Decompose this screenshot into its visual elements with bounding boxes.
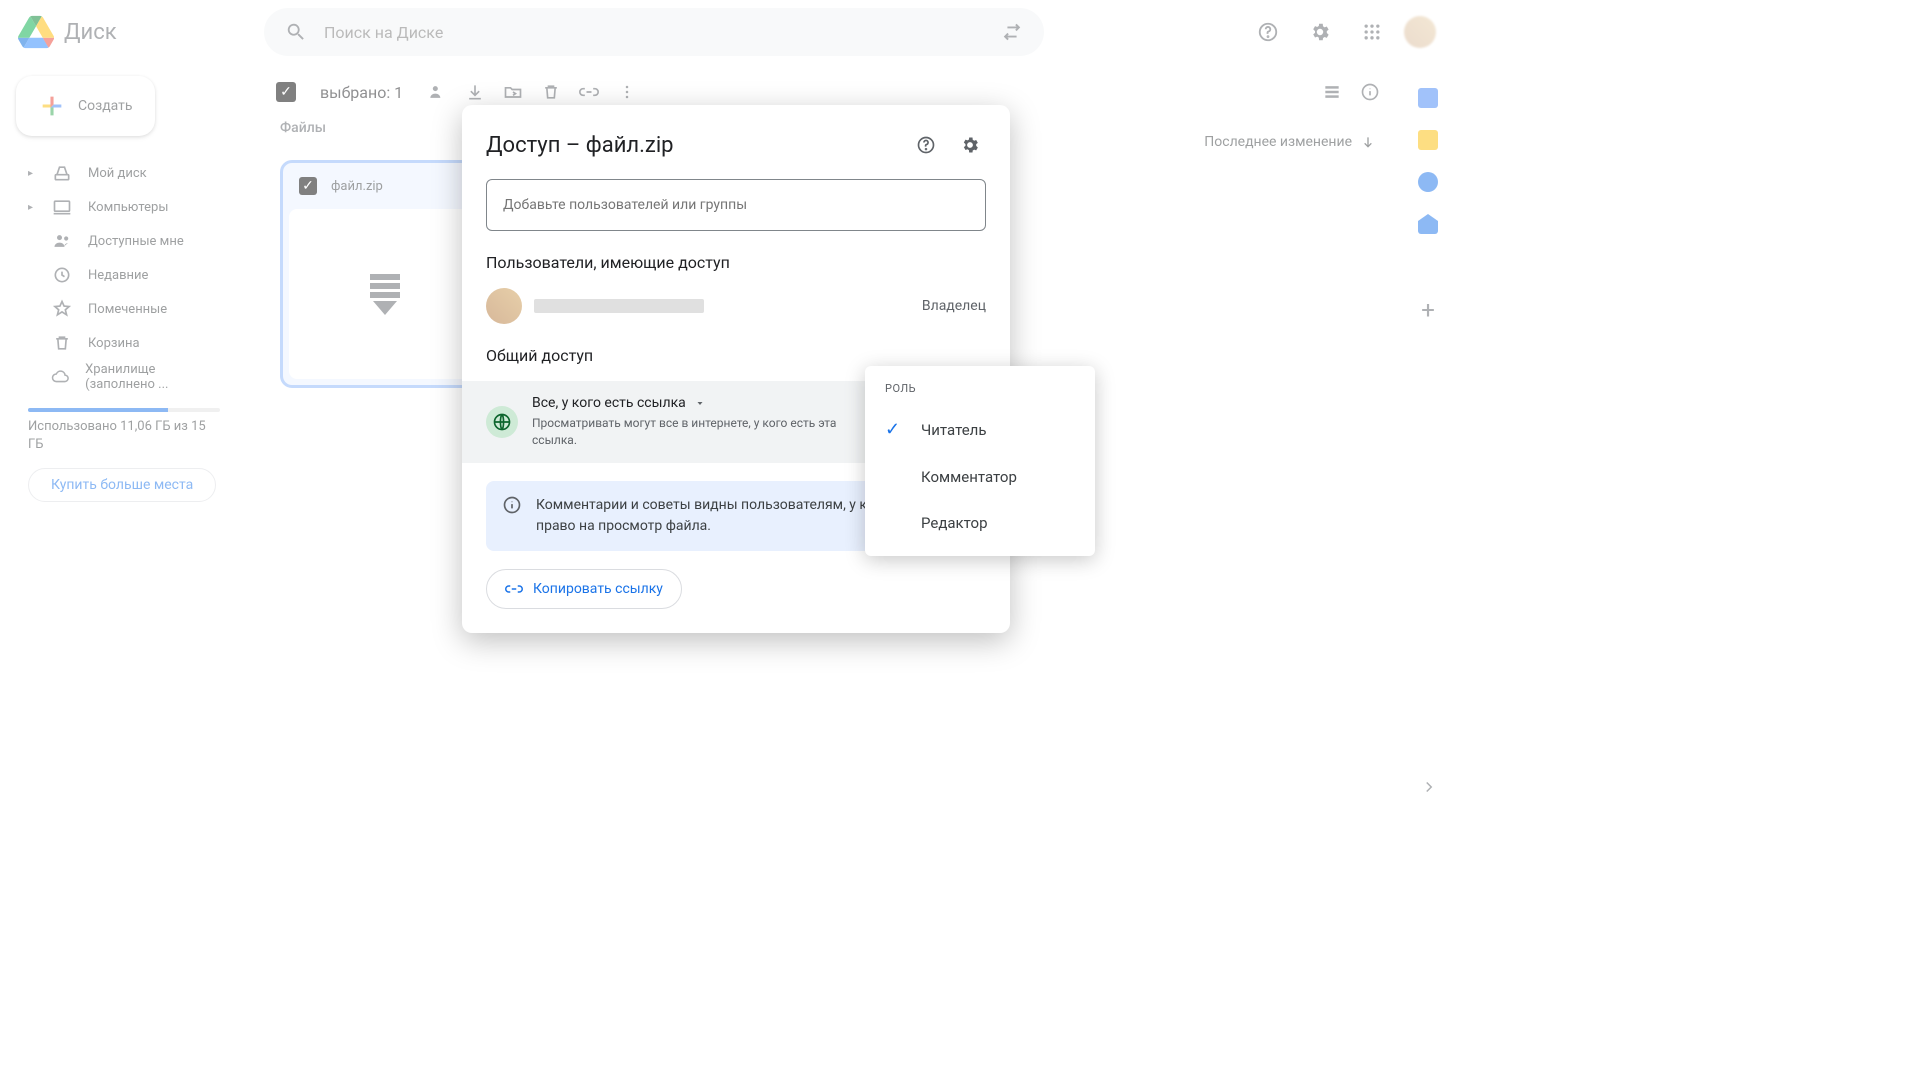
link-scope-button[interactable]: Все, у кого есть ссылка bbox=[532, 395, 865, 411]
user-info bbox=[534, 299, 910, 313]
users-heading: Пользователи, имеющие доступ bbox=[486, 253, 986, 272]
link-scope-label: Все, у кого есть ссылка bbox=[532, 395, 686, 411]
modal-help-icon[interactable] bbox=[910, 129, 942, 161]
user-role: Владелец bbox=[922, 298, 986, 314]
check-icon: ✓ bbox=[885, 419, 905, 440]
general-access-heading: Общий доступ bbox=[486, 346, 986, 365]
role-option-commenter[interactable]: Комментатор bbox=[865, 454, 1095, 500]
user-avatar bbox=[486, 288, 522, 324]
role-option-label: Комментатор bbox=[921, 468, 1017, 486]
modal-settings-icon[interactable] bbox=[954, 129, 986, 161]
copy-link-button[interactable]: Копировать ссылку bbox=[486, 569, 682, 609]
role-option-label: Читатель bbox=[921, 421, 986, 439]
modal-header: Доступ – файл.zip bbox=[486, 129, 986, 161]
copy-link-label: Копировать ссылку bbox=[533, 581, 663, 597]
dropdown-label: РОЛЬ bbox=[865, 376, 1095, 405]
role-option-label: Редактор bbox=[921, 514, 988, 532]
role-option-viewer[interactable]: ✓ Читатель bbox=[865, 405, 1095, 454]
link-access-info: Все, у кого есть ссылка Просматривать мо… bbox=[532, 395, 865, 449]
globe-icon bbox=[486, 406, 518, 438]
user-row: Владелец bbox=[486, 288, 986, 324]
role-dropdown-menu: РОЛЬ ✓ Читатель Комментатор Редактор bbox=[865, 366, 1095, 556]
info-icon bbox=[502, 495, 522, 537]
caret-down-icon bbox=[694, 397, 706, 409]
link-icon bbox=[505, 580, 523, 598]
role-option-editor[interactable]: Редактор bbox=[865, 500, 1095, 546]
user-name-redacted bbox=[534, 299, 704, 313]
add-people-input[interactable] bbox=[486, 179, 986, 231]
modal-title: Доступ – файл.zip bbox=[486, 133, 898, 158]
link-scope-description: Просматривать могут все в интернете, у к… bbox=[532, 415, 865, 449]
modal-footer: Копировать ссылку bbox=[486, 569, 986, 609]
